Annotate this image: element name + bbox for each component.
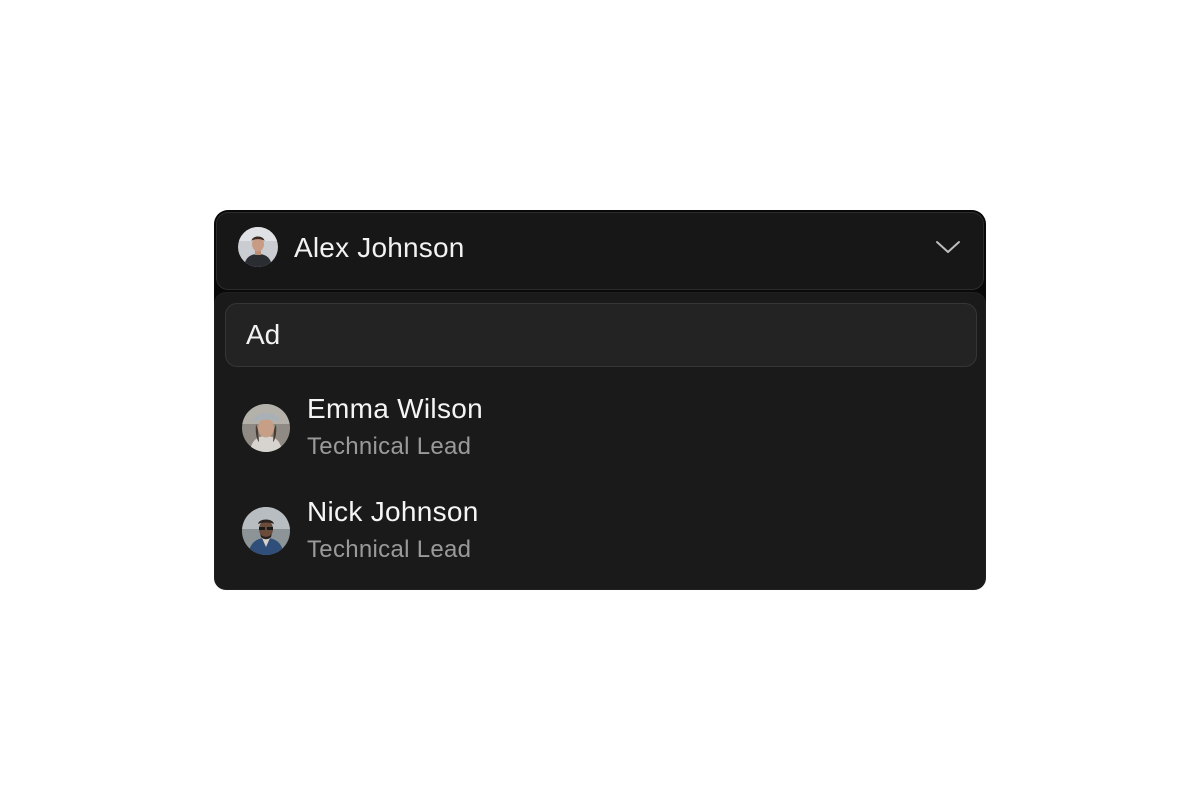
user-dropdown-panel: Emma Wilson Technical Lead Nick Johnson	[214, 292, 986, 590]
option-name: Nick Johnson	[307, 496, 479, 527]
user-option-emma-wilson[interactable]: Emma Wilson Technical Lead	[225, 381, 977, 473]
user-combobox: Alex Johnson Emma Wilson Technical Lead	[214, 210, 986, 590]
option-role: Technical Lead	[307, 536, 472, 563]
user-select-trigger[interactable]: Alex Johnson	[216, 212, 984, 290]
selected-user-name: Alex Johnson	[294, 232, 465, 263]
user-search-input[interactable]	[225, 303, 977, 367]
option-role: Technical Lead	[307, 433, 472, 460]
emma-wilson-avatar	[242, 404, 290, 452]
user-option-nick-johnson[interactable]: Nick Johnson Technical Lead	[225, 484, 977, 576]
selected-user-avatar	[238, 227, 278, 267]
option-name: Emma Wilson	[307, 393, 483, 424]
chevron-down-icon[interactable]	[935, 239, 961, 255]
nick-johnson-avatar	[242, 507, 290, 555]
